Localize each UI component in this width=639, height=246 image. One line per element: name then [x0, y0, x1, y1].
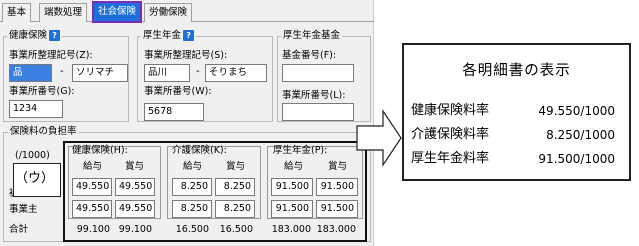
row-label-total: 合計	[9, 224, 29, 235]
rate-care-col-salary: 給与	[183, 161, 203, 172]
rate-pension-col-bonus: 賞与	[328, 161, 348, 172]
help-icon[interactable]: ?	[183, 30, 195, 41]
rate-health-title: 健康保険(H):	[72, 145, 128, 156]
rate-health-employee-bonus[interactable]: 49.550	[115, 178, 155, 196]
rate-care-title: 介護保険(K):	[172, 145, 227, 156]
fund-number-label: 基金番号(F):	[282, 50, 337, 61]
rate-pension-employer-bonus[interactable]: 91.500	[316, 200, 358, 218]
rate-pension-total-salary: 183.000	[271, 224, 311, 235]
rate-care-employee-salary[interactable]: 8.250	[172, 178, 212, 196]
pension-seiri-name-input[interactable]: そりまち	[205, 64, 267, 82]
right-arrow-icon	[356, 109, 402, 167]
rate-care-total-salary: 16.500	[175, 224, 209, 235]
pension-seiri-code-input[interactable]: 品川	[144, 64, 190, 82]
pension-legend: 厚生年金?	[141, 30, 197, 41]
fund-number-input[interactable]	[282, 64, 354, 82]
tab-labor-insurance[interactable]: 労働保険	[144, 3, 193, 22]
callout-value-pension: 91.500/1000	[538, 152, 615, 166]
callout-label-health: 健康保険料率	[411, 103, 490, 118]
rate-health-total-bonus: 99.100	[118, 224, 152, 235]
callout-label-pension: 厚生年金料率	[411, 151, 490, 166]
row-label-employer: 事業主	[9, 204, 38, 215]
rate-health-col-salary: 給与	[83, 161, 103, 172]
rate-health-employer-salary[interactable]: 49.550	[72, 200, 112, 218]
pension-title: 厚生年金	[143, 30, 182, 41]
marker-label: （ウ）	[15, 171, 55, 186]
rate-pension-employer-salary[interactable]: 91.500	[271, 200, 313, 218]
tab-basic[interactable]: 基本	[2, 3, 32, 22]
fund-office-number-input[interactable]	[282, 103, 354, 121]
pension-fund-title: 厚生年金基金	[281, 30, 343, 41]
rate-health-total-salary: 99.100	[76, 224, 110, 235]
statement-display-callout: 各明細書の表示 健康保険料率 49.550/1000 介護保険料率 8.250/…	[402, 43, 631, 181]
health-seiri-label: 事業所整理記号(Z):	[9, 50, 93, 61]
rate-health-employer-bonus[interactable]: 49.550	[115, 200, 155, 218]
health-seiri-code-input[interactable]: 品	[9, 64, 52, 82]
rate-unit-label: (/1000)	[15, 150, 50, 161]
settings-dialog: 基本 端数処理 社会保険 労働保険 健康保険? 事業所整理記号(Z): 品 - …	[0, 0, 374, 246]
health-seiri-name-input[interactable]: ソリマチ	[72, 64, 128, 82]
pension-bango-input[interactable]: 5678	[144, 103, 204, 121]
health-insurance-title: 健康保険	[9, 30, 48, 41]
rate-pension-col-salary: 給与	[284, 161, 304, 172]
rate-pension-employee-bonus[interactable]: 91.500	[316, 178, 358, 196]
tab-bar: 基本 端数処理 社会保険 労働保険	[0, 0, 374, 23]
rate-health-col-bonus: 賞与	[125, 161, 145, 172]
rate-care-employer-salary[interactable]: 8.250	[172, 200, 212, 218]
premium-rate-title: 保険料の負担率	[8, 126, 79, 137]
callout-value-care: 8.250/1000	[546, 128, 615, 142]
fund-office-number-label: 事業所番号(L):	[282, 90, 346, 101]
tab-social-insurance[interactable]: 社会保険	[92, 1, 143, 23]
health-bango-label: 事業所番号(G):	[9, 86, 75, 97]
rate-health-employee-salary[interactable]: 49.550	[72, 178, 112, 196]
callout-value-health: 49.550/1000	[538, 104, 615, 118]
rate-care-total-bonus: 16.500	[219, 224, 253, 235]
pension-seiri-label: 事業所整理記号(S):	[144, 50, 228, 61]
separator-dash: -	[196, 66, 200, 77]
health-bango-input[interactable]: 1234	[9, 100, 63, 118]
tab-rounding[interactable]: 端数処理	[39, 3, 88, 22]
rate-care-employee-bonus[interactable]: 8.250	[215, 178, 255, 196]
health-insurance-legend: 健康保険?	[7, 30, 63, 41]
rate-care-employer-bonus[interactable]: 8.250	[215, 200, 255, 218]
callout-label-care: 介護保険料率	[411, 127, 490, 142]
rate-pension-title: 厚生年金(P):	[273, 145, 328, 156]
rate-pension-total-bonus: 183.000	[316, 224, 356, 235]
rate-care-col-bonus: 賞与	[226, 161, 246, 172]
separator-dash: -	[60, 66, 64, 77]
rate-pension-employee-salary[interactable]: 91.500	[271, 178, 313, 196]
help-icon[interactable]: ?	[49, 30, 61, 41]
pension-bango-label: 事業所番号(W):	[144, 86, 212, 97]
callout-title: 各明細書の表示	[462, 63, 571, 79]
